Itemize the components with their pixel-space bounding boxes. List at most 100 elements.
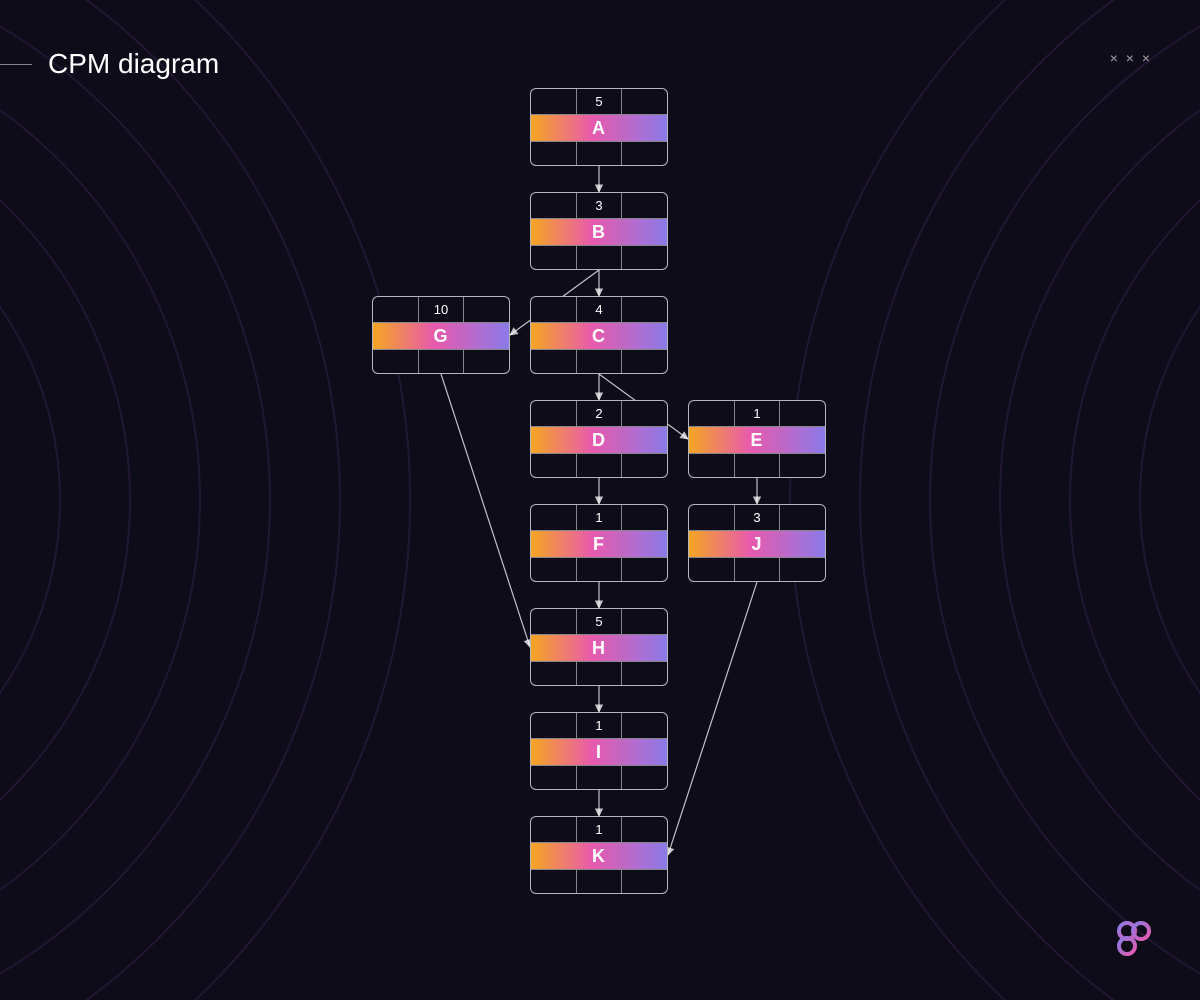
- node-g: 10G: [372, 296, 510, 374]
- node-lf-cell: [622, 870, 667, 894]
- node-top-row: 10: [373, 297, 509, 323]
- node-f: 1F: [530, 504, 668, 582]
- node-ls-cell: [531, 350, 577, 374]
- node-lf-cell: [622, 662, 667, 686]
- node-lf-cell: [622, 558, 667, 582]
- node-duration-cell: 1: [577, 505, 623, 530]
- node-b: 3B: [530, 192, 668, 270]
- node-top-row: 1: [531, 505, 667, 531]
- edge-j-k: [668, 582, 757, 855]
- node-ef-cell: [780, 505, 825, 530]
- node-d: 2D: [530, 400, 668, 478]
- node-j: 3J: [688, 504, 826, 582]
- node-lf-cell: [622, 350, 667, 374]
- node-ls-cell: [373, 350, 419, 374]
- node-es-cell: [531, 609, 577, 634]
- node-lf-cell: [464, 350, 509, 374]
- node-bottom-row: [531, 453, 667, 478]
- node-top-row: 3: [531, 193, 667, 219]
- node-top-row: 1: [531, 817, 667, 843]
- node-ef-cell: [622, 193, 667, 218]
- node-lf-cell: [780, 558, 825, 582]
- node-ls-cell: [531, 662, 577, 686]
- node-es-cell: [531, 89, 577, 114]
- node-k: 1K: [530, 816, 668, 894]
- node-slack-cell: [577, 454, 623, 478]
- node-label: E: [689, 427, 825, 453]
- node-es-cell: [531, 713, 577, 738]
- node-duration-cell: 5: [577, 89, 623, 114]
- node-ef-cell: [622, 505, 667, 530]
- node-slack-cell: [577, 558, 623, 582]
- node-ef-cell: [622, 89, 667, 114]
- node-slack-cell: [577, 766, 623, 790]
- node-duration-cell: 4: [577, 297, 623, 322]
- node-ef-cell: [464, 297, 509, 322]
- node-label: G: [373, 323, 509, 349]
- node-ls-cell: [531, 142, 577, 166]
- node-es-cell: [531, 193, 577, 218]
- node-slack-cell: [577, 870, 623, 894]
- node-bottom-row: [689, 557, 825, 582]
- node-slack-cell: [577, 142, 623, 166]
- node-label: A: [531, 115, 667, 141]
- node-lf-cell: [622, 766, 667, 790]
- node-slack-cell: [577, 662, 623, 686]
- node-label: J: [689, 531, 825, 557]
- node-a: 5A: [530, 88, 668, 166]
- node-bottom-row: [531, 245, 667, 270]
- node-ls-cell: [689, 454, 735, 478]
- node-ef-cell: [622, 713, 667, 738]
- node-label: D: [531, 427, 667, 453]
- node-bottom-row: [531, 349, 667, 374]
- node-ls-cell: [531, 246, 577, 270]
- node-bottom-row: [531, 869, 667, 894]
- node-duration-cell: 3: [577, 193, 623, 218]
- node-es-cell: [689, 505, 735, 530]
- node-ls-cell: [689, 558, 735, 582]
- node-duration-cell: 1: [577, 817, 623, 842]
- node-top-row: 1: [689, 401, 825, 427]
- node-duration-cell: 3: [735, 505, 781, 530]
- node-top-row: 4: [531, 297, 667, 323]
- node-es-cell: [689, 401, 735, 426]
- edge-g-h: [441, 374, 530, 647]
- node-ls-cell: [531, 558, 577, 582]
- node-label: B: [531, 219, 667, 245]
- node-lf-cell: [622, 246, 667, 270]
- node-bottom-row: [531, 765, 667, 790]
- node-slack-cell: [577, 350, 623, 374]
- node-c: 4C: [530, 296, 668, 374]
- node-top-row: 3: [689, 505, 825, 531]
- node-slack-cell: [577, 246, 623, 270]
- node-ef-cell: [622, 297, 667, 322]
- node-lf-cell: [780, 454, 825, 478]
- node-label: C: [531, 323, 667, 349]
- node-es-cell: [531, 297, 577, 322]
- node-top-row: 5: [531, 609, 667, 635]
- node-duration-cell: 1: [735, 401, 781, 426]
- node-top-row: 2: [531, 401, 667, 427]
- node-label: H: [531, 635, 667, 661]
- node-h: 5H: [530, 608, 668, 686]
- node-ls-cell: [531, 766, 577, 790]
- node-duration-cell: 5: [577, 609, 623, 634]
- node-es-cell: [531, 401, 577, 426]
- node-bottom-row: [531, 557, 667, 582]
- node-duration-cell: 1: [577, 713, 623, 738]
- node-es-cell: [373, 297, 419, 322]
- node-es-cell: [531, 505, 577, 530]
- node-label: F: [531, 531, 667, 557]
- node-bottom-row: [373, 349, 509, 374]
- node-lf-cell: [622, 454, 667, 478]
- logo-icon: [1116, 920, 1152, 964]
- node-ls-cell: [531, 870, 577, 894]
- node-bottom-row: [531, 661, 667, 686]
- node-i: 1I: [530, 712, 668, 790]
- node-slack-cell: [419, 350, 465, 374]
- diagram-canvas: 5A3B10G4C2D1E1F3J5H1I1K: [0, 0, 1200, 1000]
- node-bottom-row: [531, 141, 667, 166]
- node-ef-cell: [622, 817, 667, 842]
- node-top-row: 5: [531, 89, 667, 115]
- node-bottom-row: [689, 453, 825, 478]
